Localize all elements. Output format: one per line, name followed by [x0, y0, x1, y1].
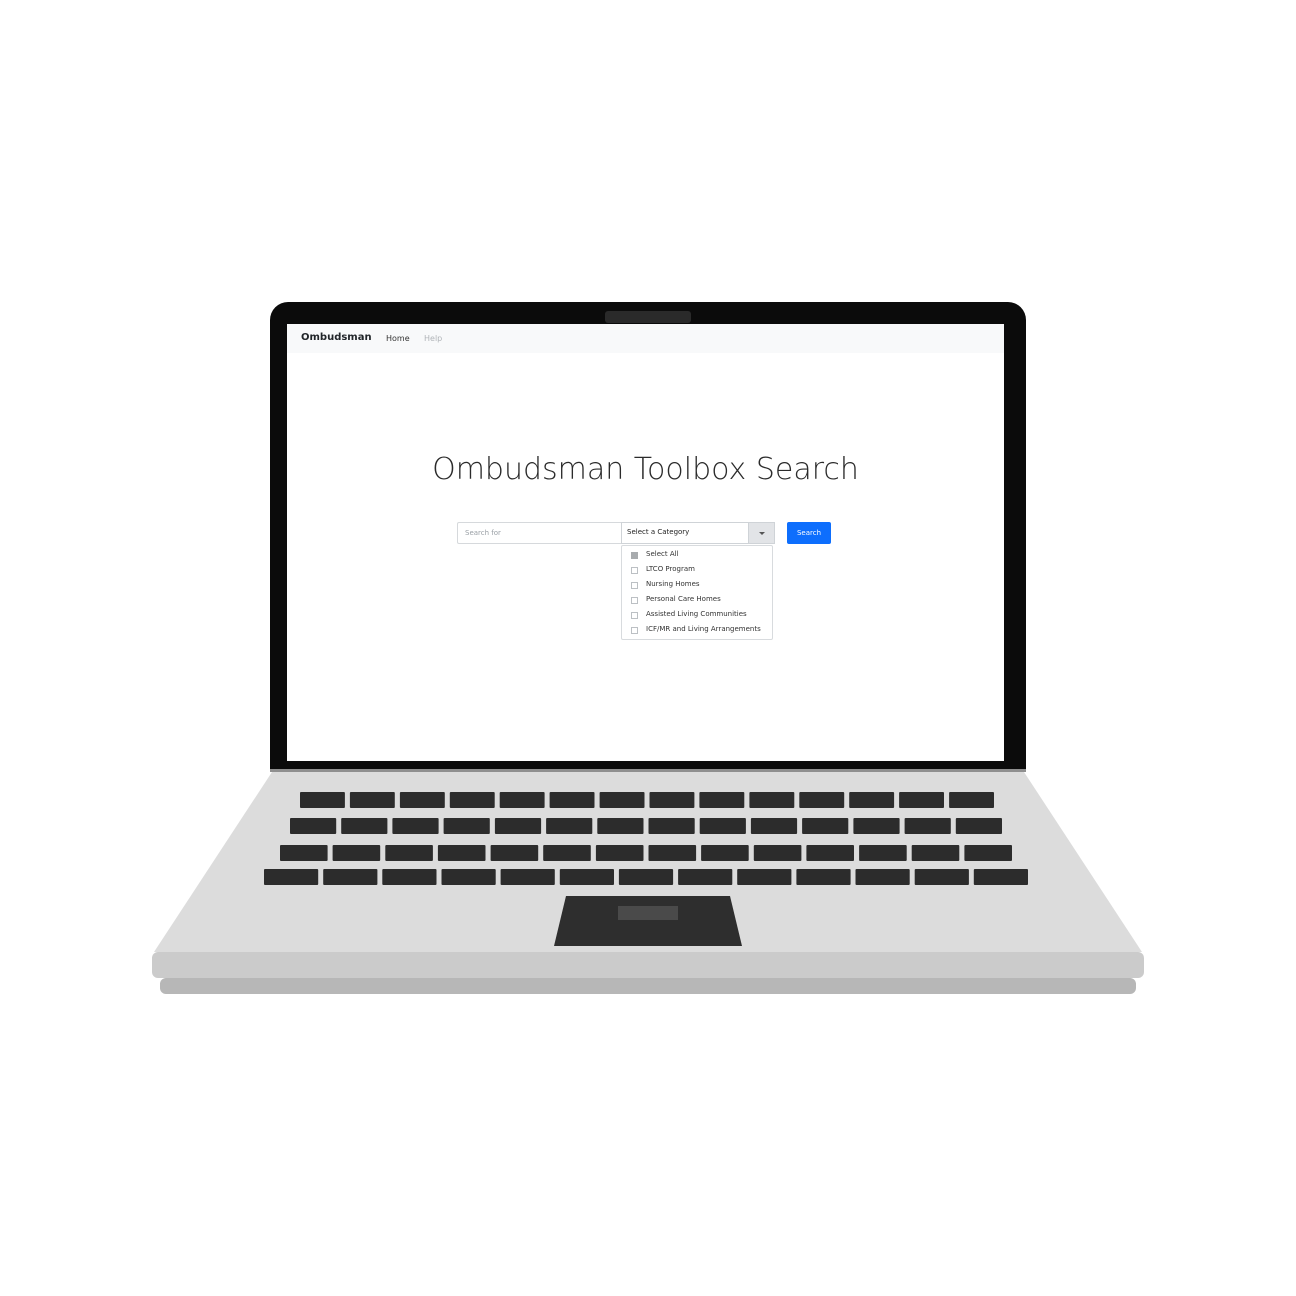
keyboard-key: [543, 845, 591, 861]
keyboard-key: [806, 845, 854, 861]
keyboard-key: [964, 845, 1012, 861]
webcam: [605, 311, 691, 323]
keyboard-key: [341, 818, 388, 834]
laptop-front-edge: [152, 952, 1144, 978]
navbar: Ombudsman Home Help: [287, 324, 1004, 353]
laptop-mockup: Ombudsman Home Help Ombudsman Toolbox Se…: [0, 0, 1296, 1296]
dropdown-item-select-all[interactable]: Select All: [622, 549, 772, 563]
trackpad: [554, 896, 742, 946]
keyboard-key: [494, 818, 542, 834]
keyboard-key: [648, 818, 695, 834]
keyboard-key: [699, 792, 745, 808]
dropdown-item-label: Assisted Living Communities: [646, 610, 747, 618]
checkbox[interactable]: [631, 627, 638, 634]
keyboard-key: [648, 845, 697, 861]
keyboard-key: [911, 845, 960, 861]
trackpad-highlight: [618, 906, 678, 920]
dropdown-item-personal-care-homes[interactable]: Personal Care Homes: [622, 594, 772, 608]
keyboard-key: [546, 818, 593, 834]
keyboard-key: [300, 792, 345, 808]
keyboard-key: [437, 845, 486, 861]
keyboard-key: [332, 845, 381, 861]
checkbox[interactable]: [631, 582, 638, 589]
keyboard-key: [796, 869, 851, 885]
keyboard-key: [392, 818, 439, 834]
keyboard-key: [618, 869, 674, 885]
keyboard-key: [802, 818, 849, 834]
dropdown-item-ltco-program[interactable]: LTCO Program: [622, 564, 772, 578]
keyboard-key: [595, 845, 644, 861]
keyboard-key: [500, 869, 555, 885]
keyboard-key: [699, 818, 746, 834]
keyboard-key: [290, 818, 337, 834]
keyboard-key: [749, 792, 795, 808]
keyboard-key: [264, 869, 319, 885]
laptop-bottom-shadow: [160, 978, 1136, 994]
dropdown-item-icf-mr[interactable]: ICF/MR and Living Arrangements: [622, 624, 772, 638]
keyboard-key: [973, 869, 1028, 885]
keyboard-key: [280, 845, 328, 861]
category-select-value: Select a Category: [627, 528, 690, 536]
keyboard-key: [914, 869, 969, 885]
keyboard-key: [559, 869, 614, 885]
keyboard-key: [799, 792, 845, 808]
keyboard-key: [750, 818, 798, 834]
search-button[interactable]: Search: [787, 522, 831, 544]
keyboard-key: [323, 869, 378, 885]
dropdown-item-label: Personal Care Homes: [646, 595, 721, 603]
checkbox[interactable]: [631, 597, 638, 604]
navbar-brand[interactable]: Ombudsman: [301, 332, 372, 343]
keyboard-key: [449, 792, 495, 808]
keyboard-key: [949, 792, 994, 808]
checkbox-checked[interactable]: [631, 552, 638, 559]
dropdown-item-assisted-living[interactable]: Assisted Living Communities: [622, 609, 772, 623]
keyboard-key: [385, 845, 433, 861]
keyboard-key: [441, 869, 496, 885]
keyboard-key: [904, 818, 951, 834]
laptop-screen: Ombudsman Home Help Ombudsman Toolbox Se…: [287, 324, 1004, 761]
keyboard-key: [955, 818, 1002, 834]
checkbox[interactable]: [631, 612, 638, 619]
keyboard-key: [678, 869, 733, 885]
keyboard-key: [443, 818, 490, 834]
keyboard-key: [753, 845, 802, 861]
keyboard-key: [597, 818, 644, 834]
category-dropdown-menu: Select All LTCO Program Nursing Homes Pe…: [621, 545, 773, 640]
keyboard-key: [490, 845, 539, 861]
checkbox[interactable]: [631, 567, 638, 574]
search-input[interactable]: [457, 522, 622, 544]
keyboard-key: [599, 792, 645, 808]
nav-link-help[interactable]: Help: [424, 334, 442, 343]
category-select[interactable]: Select a Category: [621, 522, 775, 544]
keyboard-key: [382, 869, 437, 885]
keyboard-key: [859, 845, 907, 861]
keyboard-key: [549, 792, 595, 808]
keyboard-key: [853, 818, 900, 834]
dropdown-item-nursing-homes[interactable]: Nursing Homes: [622, 579, 772, 593]
nav-link-home[interactable]: Home: [386, 334, 410, 343]
keyboard-key: [649, 792, 695, 808]
keyboard-key: [349, 792, 395, 808]
dropdown-item-label: LTCO Program: [646, 565, 695, 573]
keyboard-key: [855, 869, 910, 885]
keyboard-key: [737, 869, 792, 885]
category-dropdown-toggle[interactable]: [748, 523, 774, 543]
keyboard-key: [499, 792, 545, 808]
keyboard-key: [399, 792, 445, 808]
keyboard-key: [701, 845, 749, 861]
keyboard-key: [899, 792, 944, 808]
caret-down-icon: [759, 532, 765, 535]
dropdown-item-label: Select All: [646, 550, 679, 558]
keyboard-key: [849, 792, 895, 808]
dropdown-item-label: ICF/MR and Living Arrangements: [646, 625, 761, 633]
dropdown-item-label: Nursing Homes: [646, 580, 700, 588]
page-title: Ombudsman Toolbox Search: [432, 452, 859, 487]
